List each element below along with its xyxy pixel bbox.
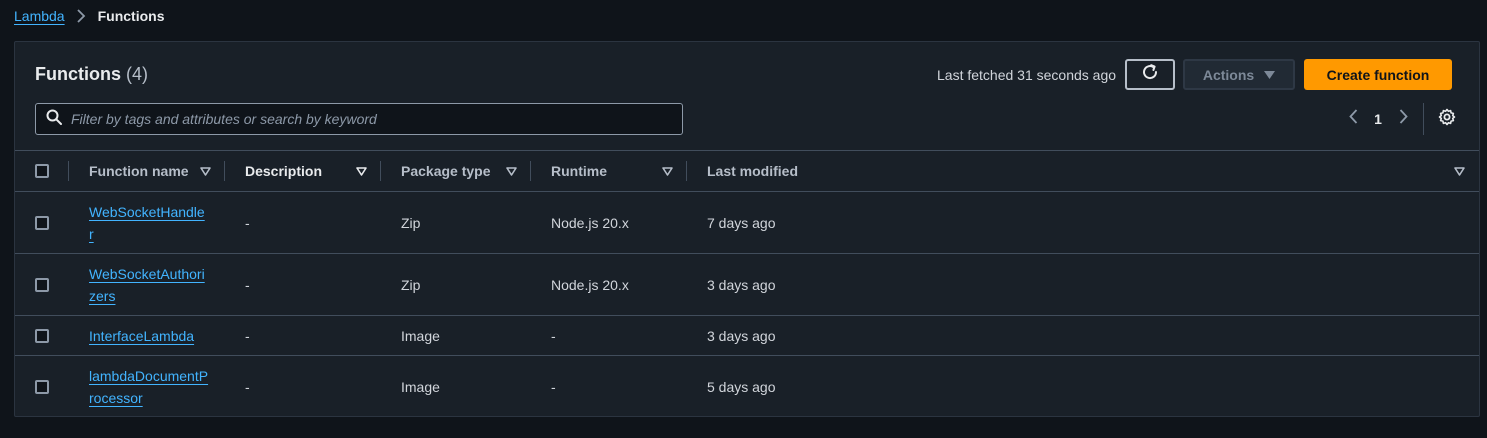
table-header-row: Function name Description Package type R… (15, 150, 1479, 192)
previous-page-button[interactable] (1343, 108, 1363, 130)
row-select-cell (15, 192, 69, 254)
last-fetched-text: Last fetched 31 seconds ago (937, 67, 1117, 83)
refresh-icon (1141, 63, 1159, 86)
sort-caret-icon (1454, 166, 1465, 176)
header-description[interactable]: Description (225, 150, 381, 192)
last-modified-cell: 5 days ago (707, 378, 776, 395)
actions-label: Actions (1202, 66, 1255, 83)
column-label: Function name (89, 163, 189, 179)
row-select-cell (15, 356, 69, 418)
chevron-right-icon (1399, 109, 1408, 129)
function-link[interactable]: lambdaDocumentProcessor (89, 365, 209, 409)
pager-divider (1423, 103, 1424, 135)
create-function-button[interactable]: Create function (1304, 59, 1452, 90)
last-modified-cell: 3 days ago (707, 276, 776, 293)
table-row: InterfaceLambda - Image - 3 days ago (15, 316, 1479, 356)
search-field[interactable] (35, 103, 683, 135)
package-type-cell: Image (401, 327, 440, 344)
header-function-name[interactable]: Function name (69, 150, 225, 192)
table-row: WebSocketAuthorizers - Zip Node.js 20.x … (15, 254, 1479, 316)
sort-caret-icon (356, 166, 367, 176)
last-modified-cell: 7 days ago (707, 214, 776, 231)
actions-dropdown-button[interactable]: Actions (1183, 59, 1295, 90)
search-icon (46, 109, 62, 130)
title-text: Functions (35, 64, 121, 84)
table-row: lambdaDocumentProcessor - Image - 5 days… (15, 356, 1479, 418)
breadcrumb: Lambda Functions (14, 7, 164, 25)
page-number-1[interactable]: 1 (1363, 111, 1393, 127)
last-modified-cell: 3 days ago (707, 327, 776, 344)
description-cell: - (245, 327, 250, 344)
chevron-left-icon (1348, 109, 1358, 129)
header-last-modified[interactable]: Last modified (687, 150, 1479, 192)
runtime-cell: - (551, 378, 556, 395)
column-label: Package type (401, 163, 491, 179)
sort-caret-icon (200, 166, 211, 176)
caret-down-icon (1264, 67, 1276, 83)
row-select-cell (15, 254, 69, 316)
header-package-type[interactable]: Package type (381, 150, 531, 192)
column-label: Last modified (707, 163, 799, 179)
function-name-cell: InterfaceLambda (69, 316, 225, 356)
chevron-right-icon (76, 9, 86, 23)
row-checkbox[interactable] (35, 277, 49, 292)
breadcrumb-lambda-link[interactable]: Lambda (14, 8, 65, 24)
row-checkbox[interactable] (35, 215, 49, 230)
header-select-all (15, 150, 69, 192)
row-checkbox[interactable] (35, 328, 49, 343)
pagination: 1 (1343, 108, 1413, 130)
package-type-cell: Zip (401, 214, 421, 231)
next-page-button[interactable] (1393, 108, 1413, 130)
row-checkbox[interactable] (35, 379, 49, 394)
search-input[interactable] (71, 111, 682, 127)
description-cell: - (245, 214, 250, 231)
sort-caret-icon (506, 166, 517, 176)
package-type-cell: Image (401, 378, 440, 395)
page-title: Functions (4) (35, 64, 148, 85)
function-link[interactable]: WebSocketAuthorizers (89, 263, 209, 307)
description-cell: - (245, 378, 250, 395)
header-runtime[interactable]: Runtime (531, 150, 687, 192)
select-all-checkbox[interactable] (35, 164, 49, 178)
function-count: (4) (126, 64, 149, 84)
description-cell: - (245, 276, 250, 293)
settings-gear-icon (1438, 108, 1456, 131)
functions-panel: Functions (4) Last fetched 31 seconds ag… (14, 41, 1480, 417)
refresh-button[interactable] (1125, 59, 1175, 90)
function-name-cell: WebSocketAuthorizers (69, 254, 225, 316)
function-link[interactable]: WebSocketHandler (89, 201, 209, 245)
function-name-cell: lambdaDocumentProcessor (69, 356, 225, 418)
function-link[interactable]: InterfaceLambda (89, 325, 209, 347)
runtime-cell: Node.js 20.x (551, 276, 629, 293)
table-preferences-button[interactable] (1436, 108, 1458, 130)
column-label: Description (245, 163, 323, 179)
table-row: WebSocketHandler - Zip Node.js 20.x 7 da… (15, 192, 1479, 254)
function-name-cell: WebSocketHandler (69, 192, 225, 254)
column-label: Runtime (551, 163, 607, 179)
functions-table: Function name Description Package type R… (15, 150, 1479, 418)
sort-caret-icon (662, 166, 673, 176)
breadcrumb-current: Functions (97, 8, 165, 24)
package-type-cell: Zip (401, 276, 421, 293)
runtime-cell: - (551, 327, 556, 344)
runtime-cell: Node.js 20.x (551, 214, 629, 231)
row-select-cell (15, 316, 69, 356)
